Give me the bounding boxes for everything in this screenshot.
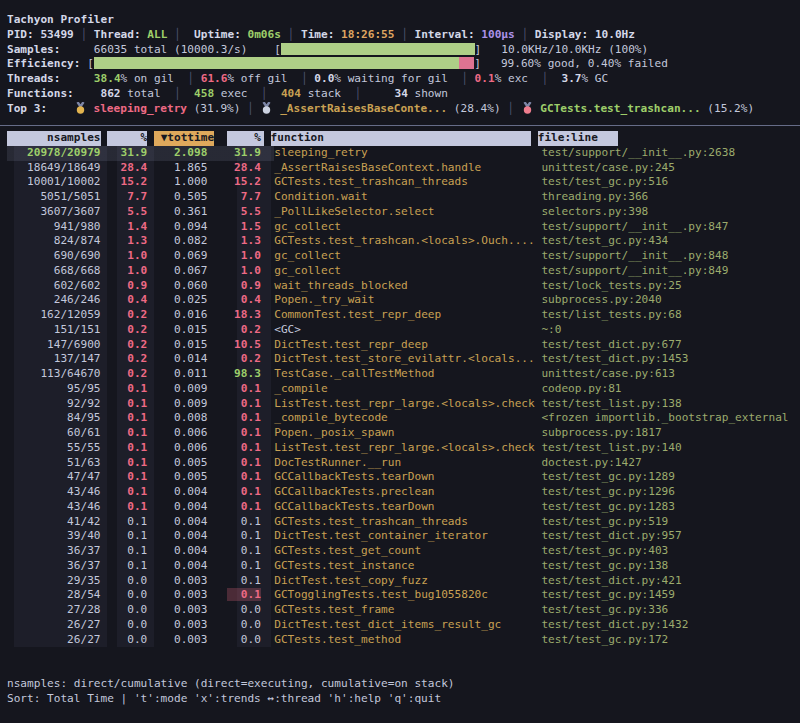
- table-row[interactable]: 941/980 1.4 0.094 1.5 gc_collect test/su…: [7, 220, 800, 235]
- table-row[interactable]: 39/40 0.1 0.004 0.1 DictTest.test_contai…: [7, 529, 800, 544]
- status-line-threads: Threads: 38.4% on gil │ 61.6% off gil │ …: [7, 72, 800, 87]
- column-header-pct-direct[interactable]: %: [107, 131, 147, 146]
- table-header: nsamples % ▼tottime % function file:line: [7, 131, 800, 146]
- table-row[interactable]: 824/874 1.3 0.082 1.3 GCTests.test_trash…: [7, 234, 800, 249]
- column-header-nsamples[interactable]: nsamples: [7, 131, 101, 146]
- table-row[interactable]: 95/95 0.1 0.009 0.1 _compile codeop.py:8…: [7, 382, 800, 397]
- footer-help-nsamples: nsamples: direct/cumulative (direct=exec…: [7, 677, 800, 692]
- column-header-tottime-sort[interactable]: ▼tottime: [154, 131, 214, 146]
- table-row[interactable]: 137/147 0.2 0.014 0.2 DictTest.test_stor…: [7, 352, 800, 367]
- bar-fill: [281, 43, 475, 55]
- table-row[interactable]: 18649/18649 28.4 1.865 28.4 _AssertRaise…: [7, 161, 800, 176]
- table-row[interactable]: 5051/5051 7.7 0.505 7.7 Condition.wait t…: [7, 190, 800, 205]
- status-line-samples: Samples: 66035 total (10000.3/s) [] 10.0…: [7, 43, 800, 58]
- table-row[interactable]: 92/92 0.1 0.009 0.1 ListTest.test_repr_l…: [7, 397, 800, 412]
- table-row[interactable]: 147/6900 0.2 0.015 10.5 DictTest.test_re…: [7, 338, 800, 353]
- table-row[interactable]: 36/37 0.1 0.004 0.1 GCTests.test_get_cou…: [7, 544, 800, 559]
- bar-fill-failed: [459, 57, 474, 69]
- table-row[interactable]: 246/246 0.4 0.025 0.4 Popen._try_wait su…: [7, 293, 800, 308]
- table-row[interactable]: 28/54 0.0 0.003 0.1 GCTogglingTests.test…: [7, 588, 800, 603]
- top3-function-1: sleeping_retry: [93, 102, 187, 115]
- table-row[interactable]: 10001/10002 15.2 1.000 15.2 GCTests.test…: [7, 175, 800, 190]
- table-row[interactable]: 41/42 0.1 0.004 0.1 GCTests.test_trashca…: [7, 515, 800, 530]
- table-row[interactable]: 60/61 0.1 0.006 0.1 Popen._posix_spawn s…: [7, 426, 800, 441]
- table-row[interactable]: 151/151 0.2 0.015 0.2 <GC> ~:0: [7, 323, 800, 338]
- table-row[interactable]: 690/690 1.0 0.069 1.0 gc_collect test/su…: [7, 249, 800, 264]
- status-line-efficiency: Efficiency: [] 99.60% good, 0.40% failed: [7, 57, 800, 72]
- table-row[interactable]: 3607/3607 5.5 0.361 5.5 _PollLikeSelecto…: [7, 205, 800, 220]
- table-row-selected[interactable]: 20978/20979 31.9 2.098 31.9 sleeping_ret…: [7, 146, 800, 161]
- table-row[interactable]: 36/37 0.1 0.004 0.1 GCTests.test_instanc…: [7, 559, 800, 574]
- top3-function-2: _AssertRaisesBaseConte...: [280, 102, 447, 115]
- app-title: Tachyon Profiler: [7, 13, 800, 28]
- status-line-top3: Top 3: sleeping_retry (31.9%) │ _AssertR…: [7, 102, 800, 117]
- table-row[interactable]: 602/602 0.9 0.060 0.9 wait_threads_block…: [7, 279, 800, 294]
- tachyon-profiler: Tachyon Profiler PID: 53499 │ Thread: AL…: [0, 0, 800, 706]
- table-row[interactable]: 47/47 0.1 0.005 0.1 GCCallbackTests.tear…: [7, 470, 800, 485]
- footer-help-sort: Sort: Total Time | 't':mode 'x':trends ↔…: [7, 692, 800, 707]
- table-row[interactable]: 27/28 0.0 0.003 0.0 GCTests.test_frame t…: [7, 603, 800, 618]
- table-row[interactable]: 43/46 0.1 0.004 0.1 GCCallbackTests.prec…: [7, 485, 800, 500]
- table-row[interactable]: 113/64670 0.2 0.011 98.3 TestCase._callT…: [7, 367, 800, 382]
- separator: [7, 116, 800, 131]
- table-row[interactable]: 84/95 0.1 0.008 0.1 _compile_bytecode <f…: [7, 411, 800, 426]
- table-row[interactable]: 51/63 0.1 0.005 0.1 DocTestRunner.__run …: [7, 456, 800, 471]
- table-row[interactable]: 668/668 1.0 0.067 1.0 gc_collect test/su…: [7, 264, 800, 279]
- table-row[interactable]: 26/27 0.0 0.003 0.0 GCTests.test_method …: [7, 633, 800, 648]
- table-row[interactable]: 26/27 0.0 0.003 0.0 DictTest.test_dict_i…: [7, 618, 800, 633]
- column-header-file-line[interactable]: file:line: [538, 131, 618, 146]
- table-row[interactable]: 43/46 0.1 0.004 0.1 GCCallbackTests.tear…: [7, 500, 800, 515]
- column-header-pct-cumulative[interactable]: %: [227, 131, 263, 146]
- status-line-pid: PID: 53499 │ Thread: ALL │ Uptime: 0m06s…: [7, 28, 800, 43]
- status-line-functions: Functions: 862 total │ 458 exec │ 404 st…: [7, 87, 800, 102]
- top3-function-3: GCTests.test_trashcan...: [540, 102, 700, 115]
- table-body: 20978/20979 31.9 2.098 31.9 sleeping_ret…: [7, 146, 800, 648]
- bar-fill: [94, 57, 459, 69]
- table-row[interactable]: 55/55 0.1 0.006 0.1 ListTest.test_repr_l…: [7, 441, 800, 456]
- table-row[interactable]: 29/35 0.0 0.003 0.1 DictTest.test_copy_f…: [7, 574, 800, 589]
- table-row[interactable]: 162/12059 0.2 0.016 18.3 CommonTest.test…: [7, 308, 800, 323]
- column-header-function[interactable]: function: [271, 131, 531, 146]
